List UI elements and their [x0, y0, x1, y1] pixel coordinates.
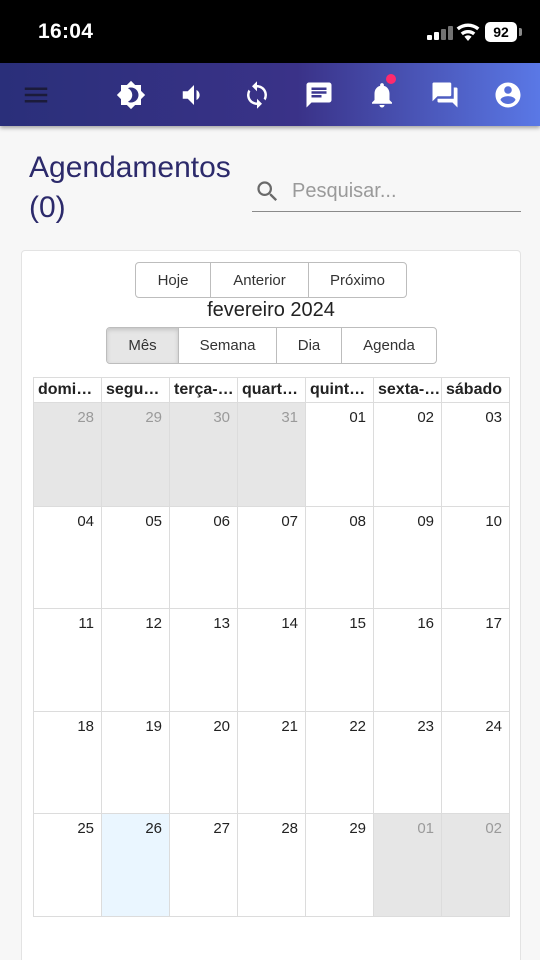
day-cell[interactable]: 12: [101, 609, 169, 711]
day-cell[interactable]: 18: [34, 712, 101, 814]
next-button[interactable]: Próximo: [308, 263, 406, 297]
day-cell[interactable]: 20: [169, 711, 237, 814]
weekday-header-row: domingo segunda-feira terça-feira quarta…: [34, 378, 509, 403]
day-cell-off-range[interactable]: 30: [169, 403, 237, 506]
account-circle-icon[interactable]: [492, 79, 524, 111]
day-cell[interactable]: 23: [373, 711, 441, 814]
day-cell[interactable]: 21: [237, 711, 305, 814]
day-cell[interactable]: 01: [305, 403, 373, 506]
wifi-icon: [456, 22, 480, 42]
status-bar: 16:04 92: [0, 0, 540, 63]
day-cell[interactable]: 25: [34, 814, 101, 916]
day-cell[interactable]: 10: [441, 506, 509, 609]
week-row: 11 12 13 14 15 16 17: [34, 608, 509, 711]
day-cell[interactable]: 15: [305, 609, 373, 711]
forum-icon[interactable]: [429, 79, 461, 111]
notification-badge: [386, 74, 396, 84]
day-cell[interactable]: 28: [237, 814, 305, 916]
day-cell[interactable]: 13: [169, 609, 237, 711]
view-week-button[interactable]: Semana: [178, 328, 276, 363]
page-title: Agendamentos (0): [29, 151, 231, 224]
month-grid: domingo segunda-feira terça-feira quarta…: [33, 377, 510, 917]
day-cell[interactable]: 16: [373, 609, 441, 711]
day-cell[interactable]: 29: [305, 814, 373, 916]
notification-bell-icon[interactable]: [366, 74, 398, 111]
calendar-view-group: Mês Semana Dia Agenda: [106, 327, 437, 364]
week-row: 04 05 06 07 08 09 10: [34, 505, 509, 609]
day-cell[interactable]: 03: [441, 403, 509, 506]
day-cell-today[interactable]: 26: [101, 814, 169, 916]
view-agenda-button[interactable]: Agenda: [341, 328, 436, 363]
week-row: 28 29 30 31 01 02 03: [34, 403, 509, 506]
day-cell-off-range[interactable]: 01: [373, 814, 441, 916]
weekday-header: segunda-feira: [101, 378, 169, 402]
day-cell[interactable]: 06: [169, 506, 237, 609]
day-cell[interactable]: 02: [373, 403, 441, 506]
day-cell[interactable]: 24: [441, 711, 509, 814]
week-row: 25 26 27 28 29 01 02: [34, 813, 509, 916]
previous-button[interactable]: Anterior: [210, 263, 308, 297]
sync-icon[interactable]: [241, 79, 273, 111]
weekday-header: terça-feira: [169, 378, 237, 402]
brightness-icon[interactable]: [115, 79, 147, 111]
day-cell[interactable]: 04: [34, 507, 101, 609]
day-cell[interactable]: 07: [237, 506, 305, 609]
day-cell[interactable]: 19: [101, 711, 169, 814]
search-field[interactable]: [252, 172, 521, 212]
day-cell-off-range[interactable]: 31: [237, 403, 305, 506]
day-cell[interactable]: 17: [441, 609, 509, 711]
day-cell[interactable]: 27: [169, 814, 237, 916]
volume-icon[interactable]: [178, 79, 210, 111]
day-cell[interactable]: 05: [101, 506, 169, 609]
search-icon: [257, 181, 278, 202]
weekday-header: domingo: [38, 381, 101, 398]
day-cell[interactable]: 14: [237, 609, 305, 711]
weekday-header: quinta-feira: [305, 378, 373, 402]
cellular-signal-icon: [427, 26, 453, 40]
message-icon[interactable]: [303, 79, 335, 111]
day-cell[interactable]: 08: [305, 506, 373, 609]
app-bar: [0, 63, 540, 126]
calendar-nav-group: Hoje Anterior Próximo: [135, 262, 407, 298]
day-cell[interactable]: 11: [34, 609, 101, 711]
day-cell[interactable]: 09: [373, 506, 441, 609]
week-row: 18 19 20 21 22 23 24: [34, 710, 509, 814]
weekday-header: sábado: [441, 378, 509, 402]
today-button[interactable]: Hoje: [136, 263, 210, 297]
battery-indicator: 92: [485, 22, 522, 42]
view-day-button[interactable]: Dia: [276, 328, 341, 363]
calendar-period-label: fevereiro 2024: [207, 299, 335, 321]
search-input[interactable]: [292, 176, 517, 206]
day-cell-off-range[interactable]: 02: [441, 814, 509, 916]
weekday-header: sexta-feira: [373, 378, 441, 402]
menu-icon[interactable]: [20, 79, 52, 111]
calendar-card: Hoje Anterior Próximo fevereiro 2024 Mês…: [21, 250, 521, 960]
day-cell[interactable]: 22: [305, 711, 373, 814]
month-weeks: 28 29 30 31 01 02 03 04 05 06 07 08 09 10 11 12 13 14 15 16…: [34, 403, 509, 916]
day-cell-off-range[interactable]: 28: [34, 403, 101, 506]
status-time: 16:04: [38, 20, 94, 43]
day-cell-off-range[interactable]: 29: [101, 403, 169, 506]
view-month-button[interactable]: Mês: [107, 328, 178, 363]
weekday-header: quarta-feira: [237, 378, 305, 402]
